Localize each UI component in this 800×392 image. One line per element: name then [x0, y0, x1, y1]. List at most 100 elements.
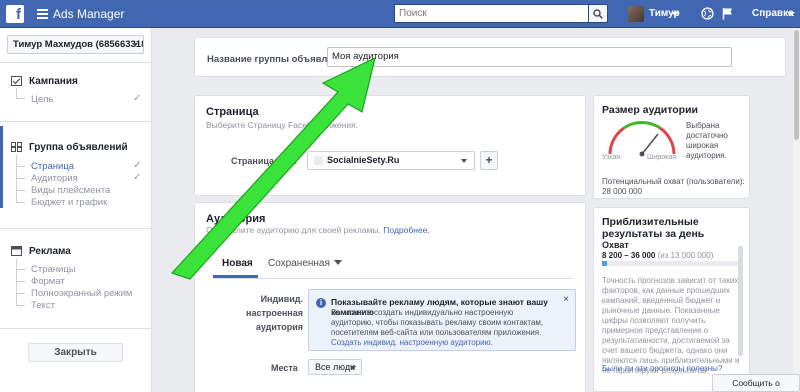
sidebar-item-page[interactable]: Страница [31, 161, 74, 172]
ad-icon [11, 246, 22, 256]
estimated-reach-range: 8 200 – 36 000 (из 13 000 000) [602, 251, 713, 260]
close-button[interactable]: Закрыть [28, 343, 123, 362]
adset-name-input[interactable]: Моя аудитория [327, 47, 732, 67]
chevron-down-icon [350, 366, 356, 370]
globe-icon[interactable] [701, 7, 714, 20]
page-scrollbar-thumb[interactable] [794, 30, 799, 140]
info-body: Вы можете создать индивидуально настроен… [331, 308, 553, 348]
active-section-indicator [0, 126, 3, 208]
selected-page: SocialnieSety.Ru [327, 155, 400, 165]
tree-tick [16, 293, 25, 294]
estimated-reach-label: Охват [602, 240, 629, 250]
tree-line [16, 88, 17, 98]
avatar[interactable] [628, 6, 644, 22]
search-icon [593, 9, 603, 19]
reach-range-value: 8 200 – 36 000 [602, 251, 656, 260]
estimates-feedback-link[interactable]: Были ли эти прогнозы полезны? [602, 364, 722, 373]
sidebar-item-objective[interactable]: Цель [31, 94, 54, 105]
chevron-down-icon [461, 159, 467, 163]
chevron-down-icon [132, 43, 138, 47]
tree-tick [16, 178, 25, 179]
app-title[interactable]: Ads Manager [53, 7, 124, 21]
campaign-icon [11, 76, 22, 86]
page-avatar [314, 156, 323, 165]
chevron-down-icon[interactable] [671, 12, 679, 16]
audience-title: Аудитория [206, 213, 266, 225]
audience-size-title: Размер аудитории [602, 104, 699, 116]
create-custom-audience-link[interactable]: Создать индивид. настроенную аудиторию. [331, 338, 493, 347]
sidebar-item-pages[interactable]: Страницы [31, 264, 76, 275]
page-card: Страница Выберите Страницу Faceb движени… [194, 95, 586, 196]
tab-saved-label: Сохраненная [268, 258, 330, 269]
sidebar-item-fullscreen[interactable]: Полноэкранный режим [31, 288, 132, 299]
estimates-disclaimer: Точность прогнозов зависит от таких факт… [602, 276, 740, 375]
sidebar-section-adset[interactable]: Группа объявлений [29, 142, 128, 153]
tab-new[interactable]: Новая [222, 258, 253, 269]
divider [0, 121, 152, 122]
page-section-title: Страница [206, 106, 259, 118]
reach-progress-bar [602, 261, 738, 266]
tree-tick [16, 202, 25, 203]
estimates-title: Приблизительные результаты за день [602, 216, 705, 240]
info-icon: i [316, 298, 326, 308]
sidebar-item-format[interactable]: Формат [31, 276, 65, 287]
divider [0, 328, 152, 329]
gauge-wide-label: Широкая [647, 154, 677, 161]
tree-tick [16, 98, 25, 99]
sidebar-section-campaign[interactable]: Кампания [29, 76, 78, 87]
custom-audience-label: Индивид. настроенная аудитория [246, 294, 303, 332]
sidebar-section-ad[interactable]: Реклама [29, 246, 71, 257]
add-page-button[interactable]: + [480, 151, 498, 170]
adset-icon [11, 142, 22, 152]
search-input[interactable] [395, 5, 588, 22]
potential-reach-label: Потенциальный охват (пользователи): [602, 177, 745, 186]
close-icon[interactable]: × [563, 294, 569, 305]
reach-progress-fill [602, 261, 608, 266]
sidebar: Тимур Махмудов (6856633181... Кампания Ц… [0, 28, 152, 392]
sidebar-item-audience[interactable]: Аудитория [31, 173, 78, 184]
page-section-subtitle-tail: движения. [317, 120, 359, 130]
chevron-down-icon[interactable] [787, 12, 795, 16]
tree-line [16, 259, 17, 305]
search-field[interactable] [394, 4, 589, 23]
tree-tick [16, 190, 25, 191]
flag-icon[interactable] [722, 7, 734, 20]
page-field-label: Страница Face [231, 156, 298, 166]
places-selector[interactable]: Все люди [308, 359, 362, 375]
audience-tabs: Новая Сохраненная [213, 251, 573, 279]
tree-tick [16, 269, 25, 270]
potential-reach-value: 28 000 000 [602, 187, 643, 196]
tree-tick [16, 166, 25, 167]
divider [0, 228, 152, 229]
divider [0, 62, 152, 63]
page-section-subtitle: Выберите Страницу Faceb [206, 120, 312, 130]
sidebar-item-text[interactable]: Текст [31, 300, 55, 311]
active-tab-indicator [213, 275, 258, 278]
tab-saved[interactable]: Сохраненная [268, 258, 342, 269]
menu-icon[interactable] [37, 9, 48, 19]
audience-card: Аудитория Определите аудиторию для своей… [194, 202, 586, 392]
top-bar: f Ads Manager Тимур Справка [0, 0, 800, 28]
gauge-narrow-label: Узкая [602, 154, 621, 161]
reach-range-total: (из 13 000 000) [657, 251, 714, 260]
facebook-logo[interactable]: f [6, 5, 24, 23]
places-label: Места [271, 363, 298, 373]
custom-audience-info: i Показывайте рекламу людям, которые зна… [308, 289, 576, 351]
report-problem-button[interactable]: Сообщить о проблеме [712, 374, 800, 392]
audience-subtitle: Определите аудиторию для своей рекламы. … [206, 225, 430, 235]
audience-gauge [608, 121, 676, 157]
check-icon: ✓ [133, 172, 142, 183]
page-selector[interactable]: SocialnieSety.Ru [307, 151, 475, 170]
audience-size-card: Размер аудитории Выбрана достаточно широ… [593, 95, 750, 199]
tree-tick [16, 281, 25, 282]
account-selector[interactable]: Тимур Махмудов (6856633181... [7, 35, 144, 54]
adset-name-card: Название группы объявлений Моя аудитория [194, 37, 786, 77]
audience-learn-more-link[interactable]: Подробнее. [383, 225, 429, 235]
sidebar-item-budget[interactable]: Бюджет и график [31, 197, 107, 208]
search-button[interactable] [589, 4, 608, 23]
check-icon: ✓ [133, 93, 142, 104]
tree-tick [16, 305, 25, 306]
sidebar-item-placements[interactable]: Виды плейсмента [31, 185, 110, 196]
estimates-scrollbar[interactable] [738, 246, 743, 356]
audience-gauge-text: Выбрана достаточно широкая аудитория. [686, 121, 728, 160]
